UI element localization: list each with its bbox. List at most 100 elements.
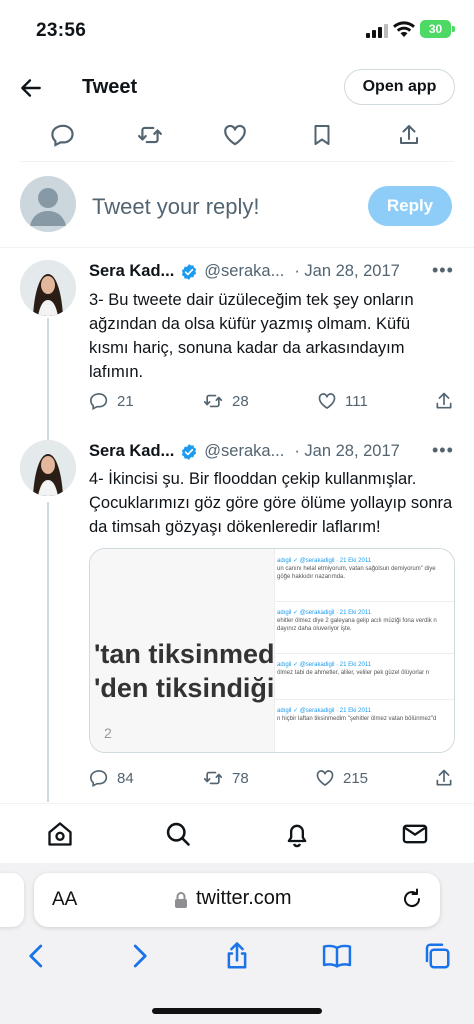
open-app-button[interactable]: Open app	[344, 69, 455, 105]
reply-input[interactable]: Tweet your reply!	[92, 194, 260, 220]
tweet-text: 4- İkincisi şu. Bir flooddan çekip kulla…	[89, 470, 453, 536]
status-time: 23:56	[36, 20, 87, 41]
more-options-icon[interactable]: •••	[432, 440, 454, 461]
thread-line	[47, 432, 49, 440]
like-icon	[316, 770, 334, 786]
like-count[interactable]: 215	[315, 768, 368, 788]
tweet-header: Sera Kad... @seraka... · Jan 28, 2017	[89, 262, 400, 281]
media-page-number: 2	[104, 725, 112, 741]
media-text-line: 'tan tiksinmedim	[94, 639, 274, 669]
reply-icon	[89, 393, 108, 411]
author-name[interactable]: Sera Kad...	[89, 442, 174, 461]
divider	[275, 653, 454, 654]
mini-tweet-head: adıgil ✓ @serakadigil · 21 Eki 2011	[277, 610, 372, 616]
media-text-line: 'den tiksindiğim	[94, 673, 274, 703]
tweet-item[interactable]: Sera Kad... @seraka... · Jan 28, 2017 ••…	[0, 248, 474, 432]
verified-badge-icon	[180, 263, 198, 281]
status-bar: 23:56 30	[0, 0, 474, 58]
address-bar[interactable]: AA twitter.com	[34, 873, 440, 927]
like-icon[interactable]	[222, 122, 250, 150]
tweet-metrics: 84 78 215	[89, 768, 459, 792]
mini-tweet-text: ehitler ölmez diye 2 galeyana gelip acıl…	[277, 618, 437, 624]
author-avatar[interactable]	[20, 440, 76, 496]
reply-button[interactable]: Reply	[368, 186, 452, 226]
tweet-date[interactable]: · Jan 28, 2017	[294, 262, 400, 281]
reply-icon	[89, 770, 108, 788]
divider	[275, 601, 454, 602]
mini-tweet: adıgil ✓ @serakadigil · 21 Eki 2011 n hi…	[277, 707, 454, 723]
url-text[interactable]: twitter.com	[196, 887, 292, 910]
home-indicator	[152, 1008, 322, 1014]
user-avatar	[20, 176, 76, 232]
mini-tweet: adıgil ✓ @serakadigil · 21 Eki 2011 ölme…	[277, 661, 454, 677]
mini-tweet-head: adıgil ✓ @serakadigil · 21 Eki 2011	[277, 558, 372, 564]
author-avatar[interactable]	[20, 260, 76, 316]
reply-composer: Tweet your reply! Reply	[0, 162, 474, 248]
like-count-value: 215	[343, 769, 369, 787]
more-options-icon[interactable]: •••	[432, 260, 454, 281]
mini-tweet-text: un canını helal etmiyorum, vatan sağolsu…	[277, 566, 436, 572]
search-icon[interactable]	[164, 820, 192, 848]
mini-tweet-text: n hiçbir laftan tiksinmedim "şehitler öl…	[277, 716, 437, 722]
share-icon[interactable]	[434, 391, 454, 411]
tweet-header: Sera Kad... @seraka... · Jan 28, 2017	[89, 442, 400, 461]
forward-chevron-icon[interactable]	[124, 941, 154, 971]
bookmark-icon[interactable]	[310, 122, 338, 150]
reply-count-value: 21	[117, 392, 134, 410]
previous-tab-edge[interactable]	[0, 873, 24, 927]
battery-icon: 30	[420, 20, 451, 38]
tweet-text: 3- Bu tweete dair üzüleceğim tek şey onl…	[89, 291, 414, 381]
verified-badge-icon	[180, 443, 198, 461]
retweet-count-value: 78	[232, 769, 249, 787]
reply-count-value: 84	[117, 769, 134, 787]
reply-count[interactable]: 21	[89, 391, 134, 411]
author-name[interactable]: Sera Kad...	[89, 262, 174, 281]
reply-count[interactable]: 84	[89, 768, 134, 788]
retweet-count[interactable]: 28	[202, 391, 249, 411]
retweet-count[interactable]: 78	[202, 768, 249, 788]
top-header: Tweet Open app	[0, 58, 474, 114]
author-handle: @seraka...	[204, 262, 285, 280]
home-icon[interactable]	[46, 820, 74, 848]
share-sheet-icon[interactable]	[222, 941, 252, 971]
mini-tweet-text: göğe hakkıdır nazarımda.	[277, 574, 346, 580]
mini-tweet-head: adıgil ✓ @serakadigil · 21 Eki 2011	[277, 708, 372, 714]
retweet-count-value: 28	[232, 392, 249, 410]
mini-tweet-text: ölmez tabi de ahmetler, aliler, veliler …	[277, 670, 430, 676]
mini-tweet-text: dayınız daha oluveriyor işte.	[277, 626, 352, 632]
retweet-icon	[203, 771, 223, 785]
thread-line	[47, 502, 49, 802]
share-icon[interactable]	[397, 122, 425, 150]
bottom-navigation	[0, 803, 474, 863]
reader-aa-button[interactable]: AA	[52, 889, 77, 911]
signal-icon	[366, 24, 388, 38]
like-count[interactable]: 111	[317, 391, 368, 411]
tweet-date[interactable]: · Jan 28, 2017	[294, 442, 400, 461]
divider	[275, 699, 454, 700]
notifications-bell-icon[interactable]	[283, 820, 311, 848]
tabs-icon[interactable]	[422, 941, 452, 971]
messages-envelope-icon[interactable]	[401, 820, 429, 848]
mini-tweet-head: adıgil ✓ @serakadigil · 21 Eki 2011	[277, 662, 372, 668]
tweet-action-bar	[20, 114, 454, 162]
retweet-icon[interactable]	[136, 122, 164, 150]
author-handle: @seraka...	[204, 442, 285, 460]
lock-icon	[174, 891, 188, 909]
back-arrow-icon[interactable]	[18, 75, 44, 101]
mini-tweet: adıgil ✓ @serakadigil · 21 Eki 2011 un c…	[277, 557, 454, 581]
share-icon[interactable]	[434, 768, 454, 788]
media-image-left[interactable]: 'tan tiksinmedim 'den tiksindiğim 2	[90, 549, 274, 752]
battery-tip	[452, 26, 455, 32]
thread-line	[47, 318, 49, 432]
back-chevron-icon[interactable]	[22, 941, 52, 971]
bookmarks-book-icon[interactable]	[321, 941, 352, 971]
page-title: Tweet	[82, 76, 138, 98]
like-icon	[318, 393, 336, 409]
retweet-icon	[203, 394, 223, 408]
mini-tweet: adıgil ✓ @serakadigil · 21 Eki 2011 ehit…	[277, 609, 454, 633]
media-image-right[interactable]: adıgil ✓ @serakadigil · 21 Eki 2011 un c…	[274, 549, 454, 752]
battery-level: 30	[428, 22, 443, 36]
tweet-media-image[interactable]: 'tan tiksinmedim 'den tiksindiğim 2 adıg…	[89, 548, 455, 753]
reload-icon[interactable]	[400, 887, 424, 911]
reply-icon[interactable]	[50, 122, 78, 150]
